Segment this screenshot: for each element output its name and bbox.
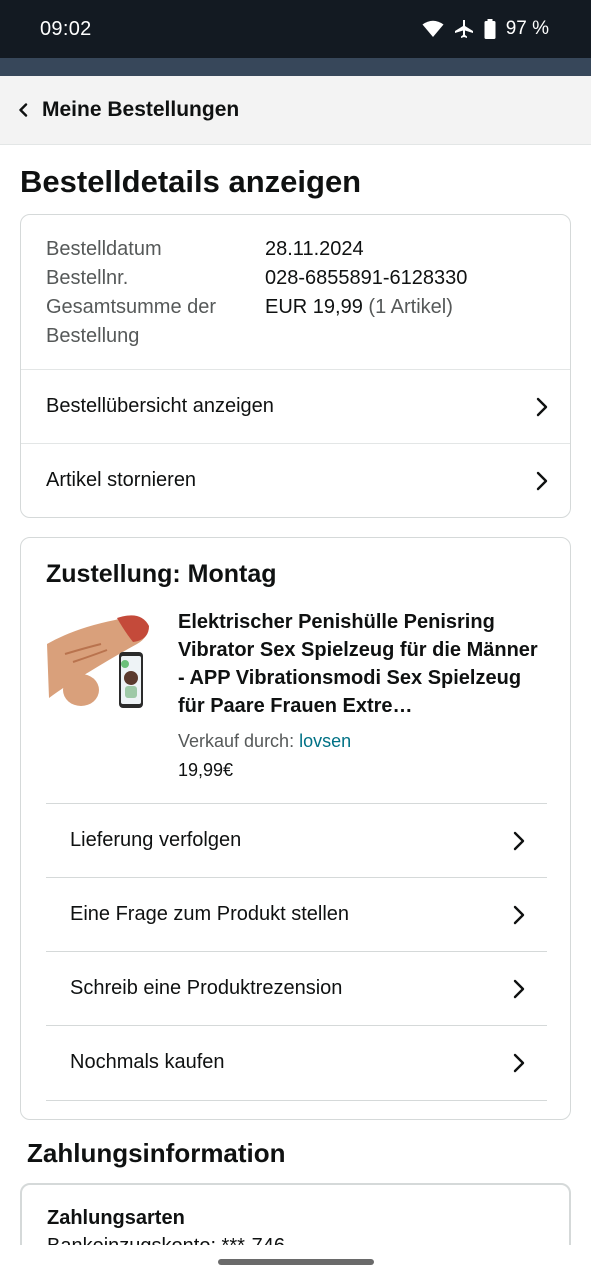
battery-percent: 97 %	[505, 18, 549, 39]
order-total-row: Gesamtsumme der Bestellung EUR 19,99 (1 …	[46, 293, 546, 351]
chevron-right-icon	[513, 1052, 527, 1074]
view-order-summary-label[interactable]: Bestellübersicht anzeigen	[46, 395, 274, 418]
track-delivery-button[interactable]: Lieferung verfolgen	[46, 803, 547, 877]
buy-again-button[interactable]: Nochmals kaufen	[46, 1025, 547, 1099]
payment-section-title: Zahlungsinformation	[27, 1138, 286, 1168]
chevron-right-icon	[513, 830, 527, 852]
order-date-label: Bestelldatum	[46, 238, 162, 260]
chevron-right-icon	[536, 470, 550, 492]
status-icons: 97 %	[422, 18, 549, 40]
delivery-title: Zustellung: Montag	[46, 560, 277, 588]
seller-link[interactable]: lovsen	[299, 731, 351, 751]
ask-product-question-label[interactable]: Eine Frage zum Produkt stellen	[70, 903, 349, 926]
status-bar: 09:02 97 %	[0, 0, 591, 58]
chevron-left-icon[interactable]	[18, 103, 32, 117]
delivery-card: Zustellung: Montag Elektrischer Penishül…	[20, 537, 571, 1120]
seller-prefix: Verkauf durch:	[178, 731, 295, 751]
order-item-count: (1 Artikel)	[368, 296, 453, 318]
buy-again-label[interactable]: Nochmals kaufen	[70, 1051, 225, 1074]
order-date-value: 28.11.2024	[265, 238, 364, 260]
product-image[interactable]	[45, 608, 153, 718]
chevron-right-icon	[513, 904, 527, 926]
write-review-button[interactable]: Schreib eine Produktrezension	[46, 951, 547, 1025]
status-time: 09:02	[40, 17, 92, 40]
battery-icon	[484, 19, 496, 39]
order-total-value: EUR 19,99 (1 Artikel)	[265, 293, 453, 351]
order-number-label: Bestellnr.	[46, 267, 129, 289]
divider	[46, 1100, 547, 1101]
chevron-right-icon	[513, 978, 527, 1000]
ask-product-question-button[interactable]: Eine Frage zum Produkt stellen	[46, 877, 547, 951]
order-summary-card: Bestelldatum 28.11.2024 Bestellnr. 028-6…	[20, 214, 571, 518]
wifi-icon	[422, 20, 444, 38]
back-navigation[interactable]: Meine Bestellungen	[0, 76, 591, 145]
view-order-summary-link[interactable]: Bestellübersicht anzeigen	[21, 369, 570, 443]
write-review-label[interactable]: Schreib eine Produktrezension	[70, 977, 342, 1000]
cancel-items-link[interactable]: Artikel stornieren	[21, 443, 570, 517]
product-price: 19,99€	[178, 760, 234, 780]
order-number-row: Bestellnr. 028-6855891-6128330	[46, 264, 546, 293]
airplane-icon	[454, 19, 474, 39]
header-accent-strip	[0, 58, 591, 76]
cancel-items-label[interactable]: Artikel stornieren	[46, 469, 196, 492]
product-title-link[interactable]: Elektrischer Penishülle Penisring Vibrat…	[178, 608, 548, 720]
payment-methods-heading: Zahlungsarten	[47, 1207, 185, 1229]
order-date-row: Bestelldatum 28.11.2024	[46, 235, 546, 264]
track-delivery-label[interactable]: Lieferung verfolgen	[70, 829, 241, 852]
order-number-value: 028-6855891-6128330	[265, 267, 468, 289]
chevron-right-icon	[536, 396, 550, 418]
seller-line: Verkauf durch: lovsen	[178, 731, 351, 752]
order-total-label: Gesamtsumme der Bestellung	[46, 296, 217, 347]
home-indicator[interactable]	[218, 1259, 374, 1265]
page-title: Bestelldetails anzeigen	[20, 164, 362, 199]
order-summary-details: Bestelldatum 28.11.2024 Bestellnr. 028-6…	[46, 235, 546, 351]
order-total-amount: EUR 19,99	[265, 296, 363, 318]
back-link-label[interactable]: Meine Bestellungen	[42, 98, 239, 122]
